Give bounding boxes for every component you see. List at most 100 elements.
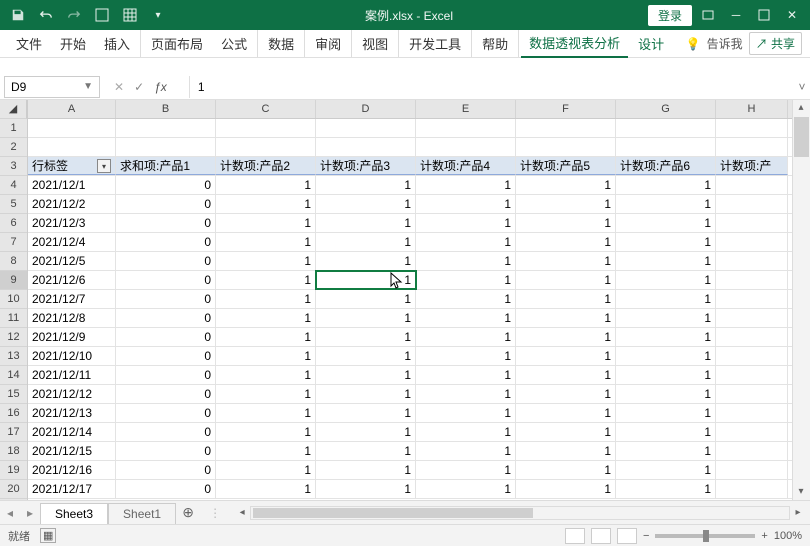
cell[interactable]: 0 [116, 480, 216, 498]
name-box[interactable]: D9 ▼ [4, 76, 100, 98]
view-normal-icon[interactable] [565, 528, 585, 544]
sheet-nav-next[interactable]: ▸ [20, 506, 40, 520]
cell[interactable]: 1 [516, 176, 616, 194]
cell[interactable]: 1 [216, 404, 316, 422]
cell[interactable]: 1 [516, 480, 616, 498]
cell[interactable]: 2021/12/15 [28, 442, 116, 460]
cell[interactable]: 1 [416, 195, 516, 213]
cell[interactable] [716, 347, 788, 365]
cell[interactable]: 1 [616, 385, 716, 403]
vscroll-thumb[interactable] [794, 117, 809, 157]
cell[interactable]: 1 [316, 480, 416, 498]
cell[interactable] [716, 195, 788, 213]
cell[interactable] [716, 404, 788, 422]
login-button[interactable]: 登录 [648, 5, 692, 26]
row-header[interactable]: 11 [0, 309, 27, 328]
row-header[interactable]: 15 [0, 385, 27, 404]
cell[interactable]: 1 [416, 461, 516, 479]
row-header[interactable]: 13 [0, 347, 27, 366]
row-header[interactable]: 16 [0, 404, 27, 423]
cell[interactable]: 1 [316, 271, 416, 289]
cell[interactable]: 1 [416, 385, 516, 403]
cell[interactable]: 0 [116, 328, 216, 346]
vscroll-track[interactable] [793, 116, 810, 484]
cell[interactable]: 1 [516, 461, 616, 479]
cell[interactable]: 0 [116, 385, 216, 403]
cell[interactable]: 1 [516, 271, 616, 289]
close-icon[interactable]: ✕ [780, 3, 804, 27]
col-header-A[interactable]: A [28, 100, 116, 118]
row-header[interactable]: 12 [0, 328, 27, 347]
cell[interactable] [416, 119, 516, 137]
row-header[interactable]: 5 [0, 195, 27, 214]
cell[interactable] [716, 176, 788, 194]
cell[interactable]: 1 [416, 176, 516, 194]
cell[interactable]: 2021/12/2 [28, 195, 116, 213]
row-header[interactable]: 20 [0, 480, 27, 499]
cell[interactable]: 计数项:产品4 [416, 157, 516, 175]
cell[interactable]: 0 [116, 290, 216, 308]
cell[interactable]: 0 [116, 195, 216, 213]
cell[interactable]: 1 [316, 309, 416, 327]
cell[interactable]: 0 [116, 271, 216, 289]
lightbulb-icon[interactable]: 💡 [686, 37, 701, 51]
redo-icon[interactable] [62, 3, 86, 27]
cell[interactable]: 1 [416, 328, 516, 346]
col-header-D[interactable]: D [316, 100, 416, 118]
minimize-icon[interactable]: ─ [724, 3, 748, 27]
cell[interactable]: 1 [416, 366, 516, 384]
cell[interactable]: 0 [116, 214, 216, 232]
maximize-icon[interactable] [752, 3, 776, 27]
row-header[interactable]: 19 [0, 461, 27, 480]
cell[interactable] [716, 480, 788, 498]
cell[interactable]: 1 [416, 480, 516, 498]
row-header[interactable]: 7 [0, 233, 27, 252]
cell[interactable]: 2021/12/11 [28, 366, 116, 384]
cell[interactable]: 1 [616, 252, 716, 270]
cell[interactable]: 1 [216, 309, 316, 327]
cancel-icon[interactable]: ✕ [114, 80, 124, 94]
cells-area[interactable]: 行标签▾求和项:产品1计数项:产品2计数项:产品3计数项:产品4计数项:产品5计… [28, 119, 792, 499]
undo-icon[interactable] [34, 3, 58, 27]
tab-review[interactable]: 审阅 [307, 30, 352, 57]
cell[interactable]: 2021/12/12 [28, 385, 116, 403]
cell[interactable]: 2021/12/10 [28, 347, 116, 365]
cell[interactable]: 1 [516, 328, 616, 346]
cell[interactable]: 1 [416, 404, 516, 422]
chevron-down-icon[interactable]: ▼ [83, 81, 93, 92]
cell[interactable]: 1 [316, 233, 416, 251]
cell[interactable]: 1 [616, 309, 716, 327]
cell[interactable]: 计数项:产品5 [516, 157, 616, 175]
cell[interactable]: 0 [116, 252, 216, 270]
cell[interactable]: 1 [516, 347, 616, 365]
tab-pivot-analyze[interactable]: 数据透视表分析 [521, 29, 628, 58]
cell[interactable]: 1 [216, 385, 316, 403]
hscroll-thumb[interactable] [253, 508, 533, 518]
cell[interactable] [716, 214, 788, 232]
tab-layout[interactable]: 页面布局 [143, 30, 211, 57]
tab-file[interactable]: 文件 [8, 30, 50, 57]
cell[interactable] [516, 138, 616, 156]
cell[interactable]: 1 [416, 442, 516, 460]
hscroll-track[interactable] [250, 506, 790, 520]
tab-data[interactable]: 数据 [260, 30, 305, 57]
zoom-slider[interactable] [655, 534, 755, 538]
cell[interactable]: 2021/12/8 [28, 309, 116, 327]
row-header[interactable]: 6 [0, 214, 27, 233]
cell[interactable]: 1 [616, 214, 716, 232]
cell[interactable] [716, 423, 788, 441]
zoom-level[interactable]: 100% [774, 530, 802, 542]
row-header[interactable]: 8 [0, 252, 27, 271]
cell[interactable] [716, 328, 788, 346]
cell[interactable]: 1 [616, 366, 716, 384]
formula-expand-icon[interactable]: ˅ [794, 80, 810, 94]
cell[interactable]: 0 [116, 423, 216, 441]
cell[interactable]: 1 [416, 233, 516, 251]
cell[interactable]: 1 [216, 442, 316, 460]
col-header-B[interactable]: B [116, 100, 216, 118]
cell[interactable]: 1 [416, 347, 516, 365]
ribbon-display-icon[interactable] [696, 3, 720, 27]
cell[interactable]: 1 [616, 461, 716, 479]
cell[interactable]: 1 [216, 328, 316, 346]
cell[interactable]: 1 [216, 176, 316, 194]
